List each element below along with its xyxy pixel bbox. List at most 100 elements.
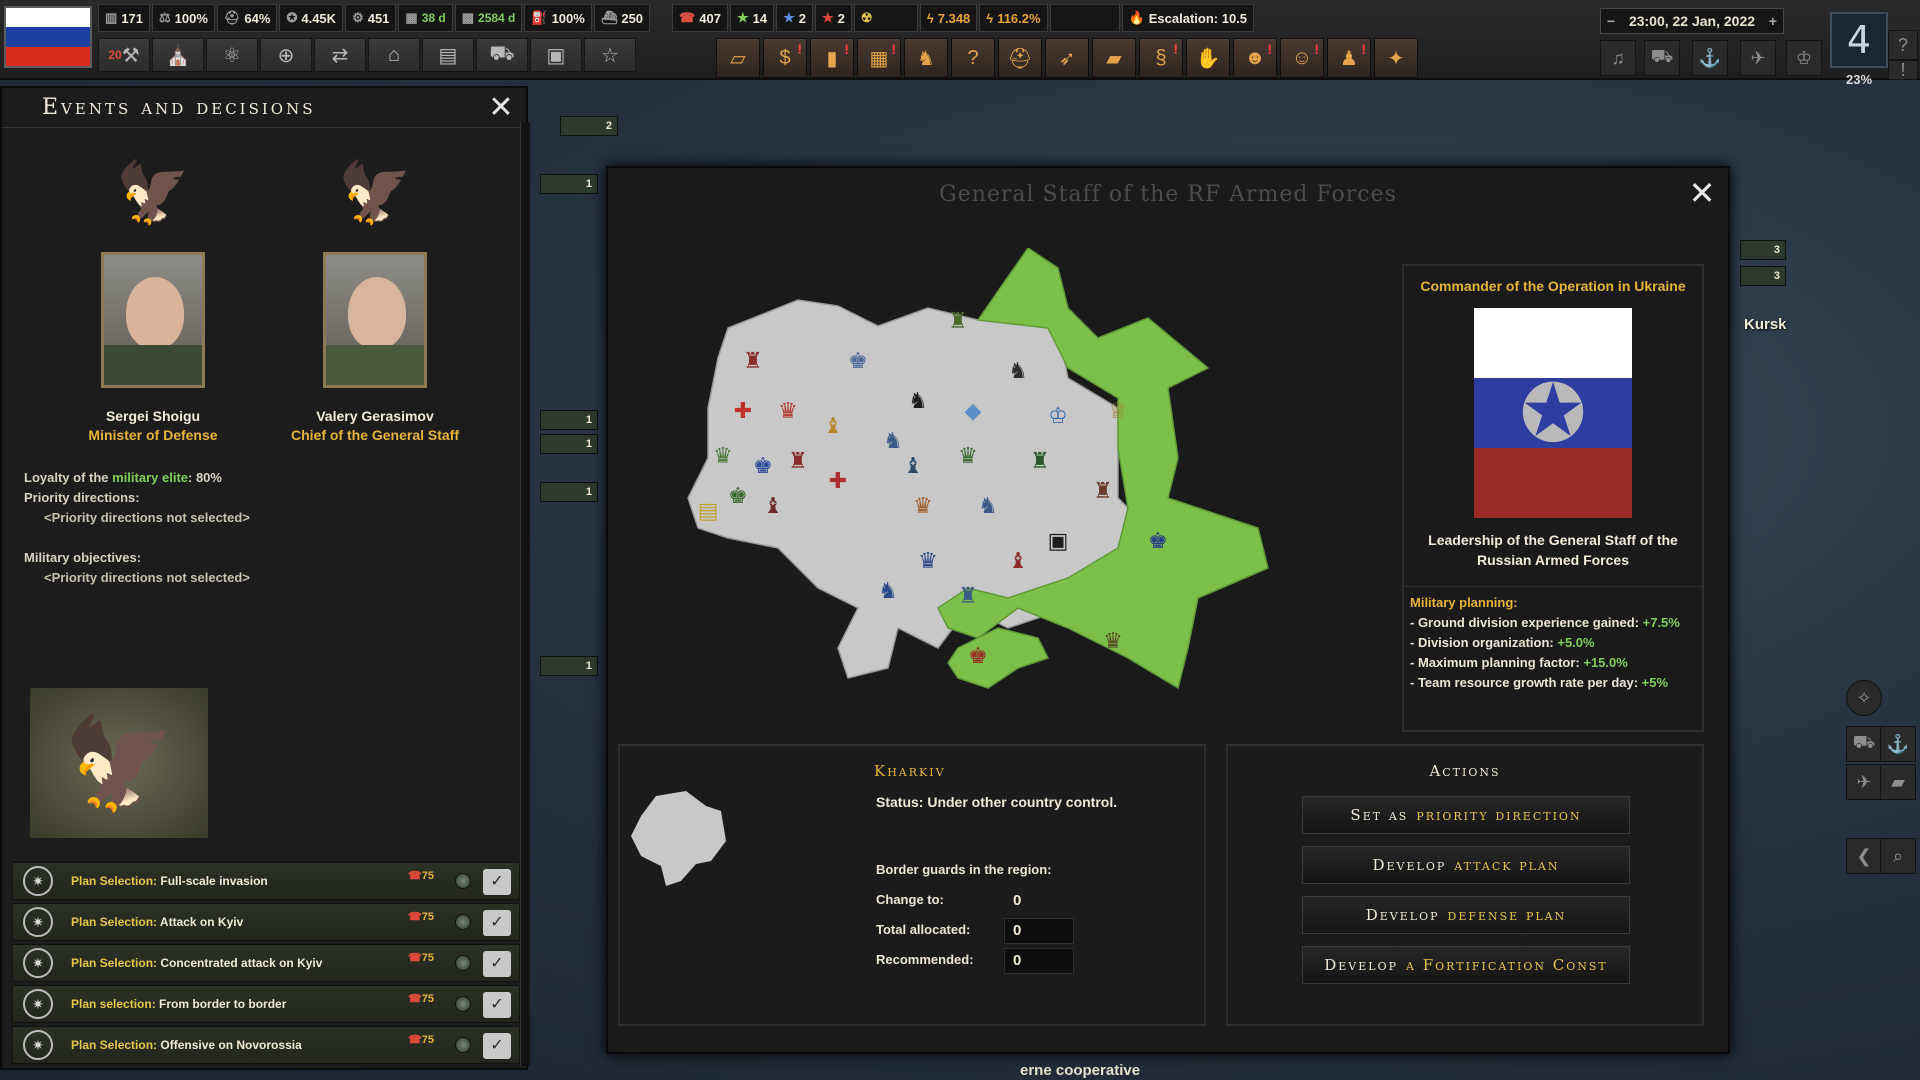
unit-counter[interactable]: 3 bbox=[1740, 266, 1786, 286]
map-filter-button[interactable]: ✈ bbox=[1846, 764, 1882, 800]
coat-of-arms-icon[interactable]: ♝ bbox=[823, 414, 843, 439]
develop-defense-plan-button[interactable]: Develop defense plan bbox=[1302, 896, 1630, 934]
decisions-tool[interactable]: 20 ⚒ bbox=[98, 38, 150, 72]
help-button[interactable]: ? bbox=[1888, 30, 1918, 60]
coat-of-arms-icon[interactable]: ♝ bbox=[1008, 549, 1028, 574]
plan-row[interactable]: ✷ Plan Selection: Offensive on Novorossi… bbox=[12, 1026, 520, 1064]
law-button[interactable]: § bbox=[1139, 38, 1183, 78]
army-button[interactable]: ♞ bbox=[904, 38, 948, 78]
coat-of-arms-icon[interactable]: ✚ bbox=[829, 469, 847, 494]
energy-resource[interactable]: ϟ 7.348 bbox=[919, 4, 978, 32]
coat-of-arms-icon[interactable]: ♞ bbox=[1008, 359, 1028, 384]
army-overview-button[interactable]: ⛟ bbox=[1644, 40, 1680, 76]
minister-portrait[interactable] bbox=[101, 252, 205, 388]
unit-counter[interactable]: 1 bbox=[540, 656, 598, 676]
research-tool[interactable]: ⚛ bbox=[206, 38, 258, 72]
production-tool[interactable]: ▤ bbox=[422, 38, 474, 72]
plan-row[interactable]: ✷ Plan selection: From border to border … bbox=[12, 985, 520, 1023]
factory-resource[interactable]: ▦ 38 d bbox=[398, 4, 453, 32]
unit-counter[interactable]: 3 bbox=[1740, 240, 1786, 260]
close-icon[interactable]: ✕ bbox=[1686, 177, 1718, 210]
air-overview-button[interactable]: ✈ bbox=[1740, 40, 1776, 76]
convoy-resource[interactable]: ⛴ 250 bbox=[593, 4, 651, 32]
coat-of-arms-icon[interactable]: ♛ bbox=[778, 399, 798, 424]
logistics-tool[interactable]: ⛟ bbox=[476, 38, 528, 72]
special-button[interactable]: ✦ bbox=[1374, 38, 1418, 78]
coat-of-arms-icon[interactable]: ♞ bbox=[878, 579, 898, 604]
red-star-resource[interactable]: ★ 2 bbox=[814, 4, 852, 32]
equipment-resource[interactable]: ⚙ 451 bbox=[345, 4, 397, 32]
construction-tool[interactable]: ⌂ bbox=[368, 38, 420, 72]
diplomacy-tool[interactable]: ⊕ bbox=[260, 38, 312, 72]
coat-of-arms-icon[interactable]: ♕ bbox=[1108, 399, 1128, 424]
achievements-button[interactable]: ♔ bbox=[1786, 40, 1822, 76]
trade-tool[interactable]: ⇄ bbox=[314, 38, 366, 72]
supply-button[interactable]: ▰ bbox=[1092, 38, 1136, 78]
army-resource[interactable]: ✪ 4.45K bbox=[279, 4, 344, 32]
coat-of-arms-icon[interactable]: ▣ bbox=[1048, 529, 1069, 554]
coat-of-arms-icon[interactable]: ♛ bbox=[713, 444, 733, 469]
navy-overview-button[interactable]: ⚓ bbox=[1692, 40, 1728, 76]
coat-of-arms-icon[interactable]: ♔ bbox=[1048, 404, 1068, 429]
production-resource[interactable]: ▩ 2584 d bbox=[454, 4, 523, 32]
escalation-resource[interactable]: 🔥 Escalation: 10.5 bbox=[1121, 4, 1255, 32]
coat-of-arms-icon[interactable]: ♚ bbox=[1148, 529, 1168, 554]
plan-select-button[interactable]: ✓ bbox=[483, 910, 511, 936]
map-mode-button[interactable]: ▱ bbox=[716, 38, 760, 78]
ukraine-map[interactable]: ♜ ♚ ✚ ♛ ♝ ♞ ◆ ♜ ♞ ♔ ♕ ♛ ♚ ♜ ♞ ♝ ♛ ♜ ♚ ✚ … bbox=[648, 248, 1348, 738]
missile-button[interactable]: ➶ bbox=[1045, 38, 1089, 78]
compass-button[interactable]: ✧ bbox=[1846, 680, 1882, 716]
coat-of-arms-icon[interactable]: ♚ bbox=[968, 644, 988, 669]
plan-row[interactable]: ✷ Plan Selection: Concentrated attack on… bbox=[12, 944, 520, 982]
coat-of-arms-icon[interactable]: ♛ bbox=[913, 494, 933, 519]
game-date[interactable]: − 23:00, 22 Jan, 2022 + bbox=[1600, 8, 1784, 34]
collapse-button[interactable]: ❮ bbox=[1846, 838, 1882, 874]
game-speed[interactable]: 4 bbox=[1830, 12, 1888, 68]
total-allocated-field[interactable]: 0 bbox=[1004, 918, 1074, 944]
commander-flag[interactable]: ✪ bbox=[1474, 308, 1632, 518]
map-filter-button[interactable]: ⚓ bbox=[1880, 726, 1916, 762]
government-tool[interactable]: ⛪ bbox=[152, 38, 204, 72]
coat-of-arms-icon[interactable]: ♜ bbox=[958, 584, 978, 609]
develop-fortification-button[interactable]: Develop a Fortification Const bbox=[1302, 946, 1630, 984]
coat-of-arms-icon[interactable]: ✚ bbox=[734, 399, 752, 424]
music-button[interactable]: ♫ bbox=[1600, 40, 1636, 76]
blue-star-resource[interactable]: ★ 2 bbox=[776, 4, 813, 32]
country-flag[interactable] bbox=[4, 6, 92, 68]
nuclear-resource[interactable]: ☢ bbox=[853, 4, 918, 32]
recommended-field[interactable]: 0 bbox=[1004, 948, 1074, 974]
coat-of-arms-icon[interactable]: ◆ bbox=[965, 399, 982, 424]
coat-of-arms-icon[interactable]: ♜ bbox=[788, 449, 808, 474]
chief-portrait[interactable] bbox=[323, 252, 427, 388]
coat-of-arms-icon[interactable]: ♞ bbox=[883, 429, 903, 454]
unit-counter[interactable]: 1 bbox=[540, 410, 598, 430]
city-label-kursk[interactable]: Kursk bbox=[1744, 316, 1787, 333]
coat-of-arms-icon[interactable]: ♛ bbox=[1103, 629, 1123, 654]
map-filter-button[interactable]: ⛟ bbox=[1846, 726, 1882, 762]
plan-select-button[interactable]: ✓ bbox=[483, 869, 511, 895]
coat-of-arms-icon[interactable]: ♜ bbox=[743, 349, 763, 374]
close-icon[interactable]: ✕ bbox=[486, 93, 516, 124]
alert-button[interactable]: ! bbox=[1888, 60, 1918, 80]
stats-button[interactable]: ▮ bbox=[810, 38, 854, 78]
stability-resource[interactable]: ⚖ 100% bbox=[152, 4, 215, 32]
unit-counter[interactable]: 2 bbox=[560, 116, 618, 136]
unit-counter[interactable]: 1 bbox=[540, 434, 598, 454]
coat-of-arms-icon[interactable]: ♛ bbox=[918, 549, 938, 574]
plan-row[interactable]: ✷ Plan Selection: Full-scale invasion ☎7… bbox=[12, 862, 520, 900]
intelligence-tool[interactable]: ☆ bbox=[584, 38, 636, 72]
plan-select-button[interactable]: ✓ bbox=[483, 951, 511, 977]
coat-of-arms-icon[interactable]: ♛ bbox=[958, 444, 978, 469]
helmet-button[interactable]: ⛑ bbox=[998, 38, 1042, 78]
coat-of-arms-icon[interactable]: ♜ bbox=[1093, 479, 1113, 504]
people-button[interactable]: ☺ bbox=[1280, 38, 1324, 78]
map-filter-button[interactable]: ▰ bbox=[1880, 764, 1916, 800]
handshake-button[interactable]: ✋ bbox=[1186, 38, 1230, 78]
coat-of-arms-icon[interactable]: ♚ bbox=[728, 484, 748, 509]
coat-of-arms-icon[interactable]: ♚ bbox=[848, 349, 868, 374]
political-power-resource[interactable]: ☎ 407 bbox=[672, 4, 728, 32]
query-button[interactable]: ? bbox=[951, 38, 995, 78]
industry-button[interactable]: ▦ bbox=[857, 38, 901, 78]
green-star-resource[interactable]: ★ 14 bbox=[729, 4, 775, 32]
recruit-tool[interactable]: ▣ bbox=[530, 38, 582, 72]
